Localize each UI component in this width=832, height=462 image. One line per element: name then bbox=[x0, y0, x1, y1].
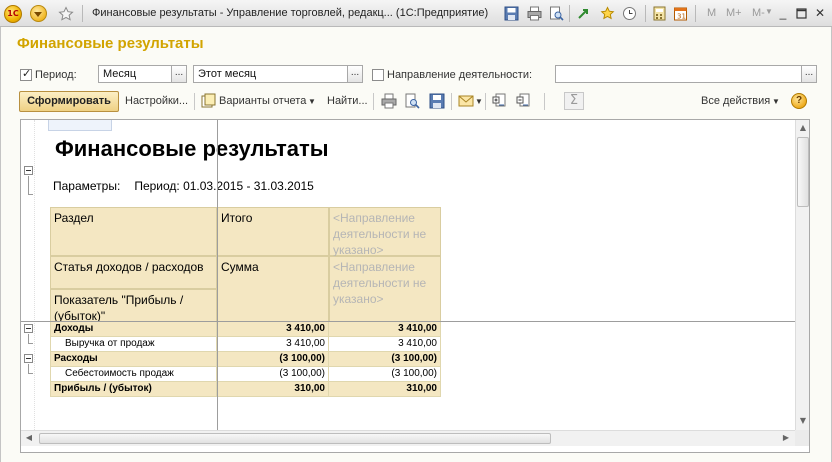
report-spreadsheet[interactable]: Финансовые результаты Параметры: Период: … bbox=[20, 119, 810, 453]
header-sum: Сумма bbox=[217, 256, 329, 322]
params-value: Период: 01.03.2015 - 31.03.2015 bbox=[134, 179, 314, 193]
period-checkbox[interactable] bbox=[20, 67, 32, 81]
window-title: Финансовые результаты - Управление торго… bbox=[92, 7, 489, 19]
period-type-field[interactable]: Месяц bbox=[98, 65, 172, 83]
calculator-icon[interactable] bbox=[652, 6, 667, 21]
scroll-down-icon[interactable]: ▼ bbox=[796, 414, 809, 428]
table-row: Выручка от продаж 3 410,00 3 410,00 bbox=[50, 337, 441, 352]
form-title: Финансовые результаты bbox=[17, 35, 204, 52]
scroll-up-icon[interactable]: ▲ bbox=[796, 121, 809, 135]
app-logo-text: 1С bbox=[4, 4, 22, 23]
collapse-income-group-icon[interactable] bbox=[24, 324, 33, 333]
print-icon[interactable] bbox=[527, 6, 542, 21]
favorite-star-icon[interactable] bbox=[56, 4, 76, 23]
favorites-icon[interactable] bbox=[600, 6, 615, 21]
period-value-field[interactable]: Этот месяц bbox=[193, 65, 348, 83]
app-logo-icon[interactable]: 1С bbox=[3, 4, 23, 23]
report-variants-icon bbox=[201, 93, 217, 109]
report-variants-button[interactable]: Варианты отчета bbox=[219, 95, 306, 107]
preview-report-icon[interactable] bbox=[404, 93, 420, 109]
send-mail-dropdown-icon[interactable]: ▼ bbox=[475, 97, 483, 106]
table-row: Себестоимость продаж (3 100,00) (3 100,00) bbox=[50, 367, 441, 382]
report-title: Финансовые результаты bbox=[55, 136, 329, 161]
direction-checkbox[interactable] bbox=[372, 69, 384, 81]
header-total: Итого bbox=[217, 207, 329, 256]
expand-groups-icon[interactable] bbox=[492, 93, 508, 109]
direction-label: Направление деятельности: bbox=[387, 69, 533, 81]
svg-text:31: 31 bbox=[677, 13, 686, 21]
calendar-icon[interactable]: 31 bbox=[673, 6, 688, 21]
period-type-select-button[interactable]: ... bbox=[171, 65, 187, 83]
sum-icon[interactable]: Σ bbox=[564, 92, 584, 110]
header-direction-na: <Направление деятельности не указано> bbox=[329, 207, 441, 257]
save-icon[interactable] bbox=[504, 6, 519, 21]
main-menu-icon[interactable] bbox=[28, 4, 48, 23]
horizontal-scrollbar[interactable]: ◀ ▶ bbox=[21, 430, 795, 446]
vertical-scroll-thumb[interactable] bbox=[797, 137, 809, 207]
collapse-header-group-icon[interactable] bbox=[24, 166, 33, 175]
all-actions-button[interactable]: Все действия bbox=[701, 95, 770, 107]
help-icon[interactable]: ? bbox=[791, 93, 807, 109]
preview-icon[interactable] bbox=[549, 6, 564, 21]
memory-m-button[interactable]: M bbox=[707, 7, 716, 19]
back-forward-icon[interactable] bbox=[577, 6, 592, 21]
header-indicator: Показатель "Прибыль / (убыток)" bbox=[50, 289, 217, 323]
close-icon[interactable]: ✕ bbox=[812, 5, 828, 21]
print-report-icon[interactable] bbox=[381, 93, 397, 109]
params-label: Параметры: bbox=[53, 179, 121, 193]
vertical-scrollbar[interactable]: ▲ ▼ bbox=[795, 120, 809, 430]
memory-minus-button[interactable]: M- bbox=[752, 7, 765, 19]
report-variants-dropdown-icon[interactable]: ▼ bbox=[308, 97, 316, 106]
period-label: Период: bbox=[35, 69, 77, 81]
horizontal-scroll-thumb[interactable] bbox=[39, 433, 551, 444]
period-value-select-button[interactable]: ... bbox=[347, 65, 363, 83]
generate-button[interactable]: Сформировать bbox=[19, 91, 119, 112]
table-row: Доходы 3 410,00 3 410,00 bbox=[50, 322, 441, 337]
header-article: Статья доходов / расходов bbox=[50, 256, 217, 289]
memory-plus-button[interactable]: M+ bbox=[726, 7, 742, 19]
minimize-icon[interactable]: _ bbox=[775, 5, 791, 21]
settings-button[interactable]: Настройки... bbox=[125, 95, 188, 107]
collapse-expense-group-icon[interactable] bbox=[24, 354, 33, 363]
form-frame: Финансовые результаты Период: Месяц ... … bbox=[0, 27, 832, 462]
scroll-left-icon[interactable]: ◀ bbox=[22, 431, 36, 445]
header-direction-na-2: <Направление деятельности не указано> bbox=[329, 256, 441, 322]
save-report-icon[interactable] bbox=[429, 93, 445, 109]
table-row: Прибыль / (убыток) 310,00 310,00 bbox=[50, 382, 441, 397]
send-mail-icon[interactable] bbox=[458, 93, 474, 109]
report-parameters: Параметры: Период: 01.03.2015 - 31.03.201… bbox=[53, 179, 314, 193]
maximize-icon[interactable] bbox=[793, 5, 809, 21]
table-row: Расходы (3 100,00) (3 100,00) bbox=[50, 352, 441, 367]
find-button[interactable]: Найти... bbox=[327, 95, 368, 107]
window-titlebar: 1С Финансовые результаты - Управление то… bbox=[0, 0, 832, 27]
header-section: Раздел bbox=[50, 207, 217, 256]
cell-selection-marker bbox=[48, 120, 112, 131]
all-actions-dropdown-icon[interactable]: ▼ bbox=[772, 97, 780, 106]
scroll-right-icon[interactable]: ▶ bbox=[779, 431, 793, 445]
collapse-groups-icon[interactable] bbox=[516, 93, 532, 109]
history-icon[interactable] bbox=[622, 6, 637, 21]
direction-field[interactable] bbox=[555, 65, 802, 83]
direction-select-button[interactable]: ... bbox=[801, 65, 817, 83]
memory-dropdown-icon[interactable]: ▼ bbox=[765, 7, 773, 16]
